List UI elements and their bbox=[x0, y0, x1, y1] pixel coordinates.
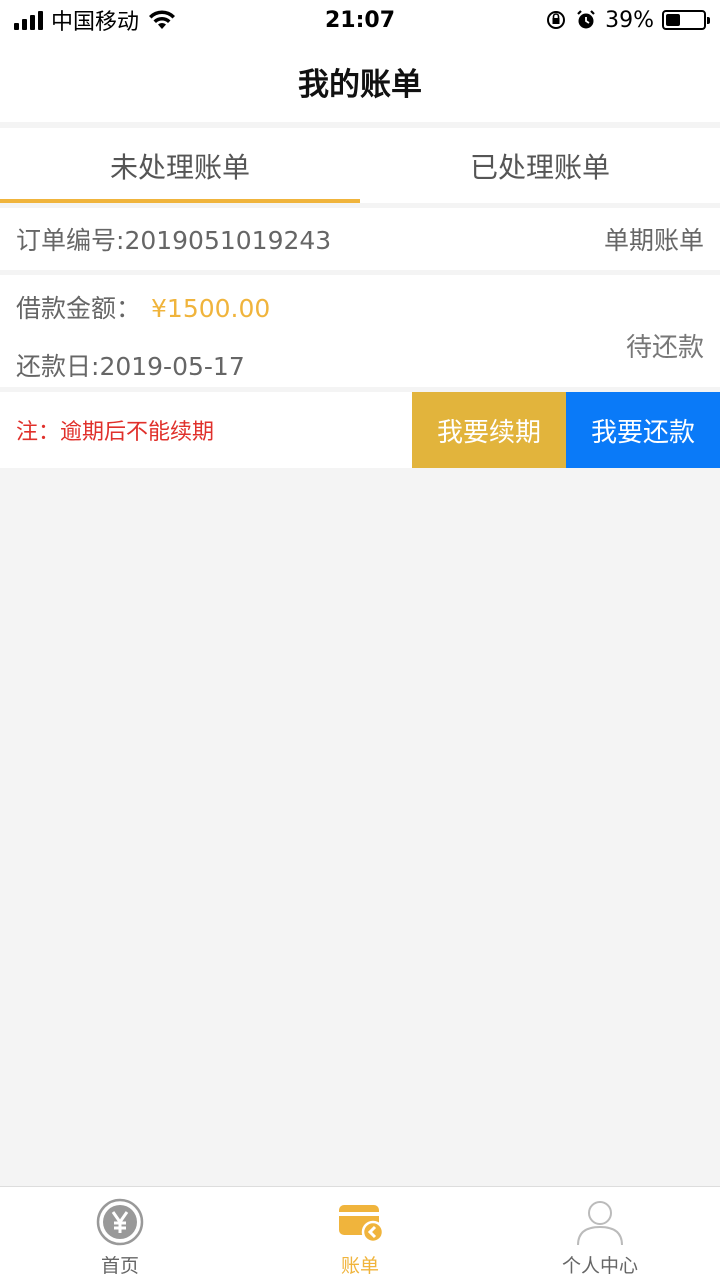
order-number-line: 订单编号:2019051019243 bbox=[16, 221, 331, 257]
loan-amount-line: 借款金额： ¥1500.00 bbox=[16, 289, 270, 325]
battery-percent: 39% bbox=[605, 7, 654, 33]
overdue-note: 注：逾期后不能续期 bbox=[16, 420, 215, 445]
yen-circle-icon bbox=[96, 1198, 144, 1246]
nav-bar: 我的账单 bbox=[0, 40, 720, 122]
loan-amount-label: 借款金额： bbox=[16, 294, 142, 323]
tab-unprocessed[interactable]: 未处理账单 bbox=[0, 128, 360, 203]
status-right: 39% bbox=[545, 7, 710, 33]
signal-icon bbox=[14, 10, 43, 30]
renew-button[interactable]: 我要续期 bbox=[412, 392, 566, 468]
tabbar-label-bill: 账单 bbox=[340, 1255, 379, 1277]
status-badge: 待还款 bbox=[625, 333, 704, 363]
tabbar-label-home: 首页 bbox=[100, 1255, 139, 1277]
bill-tabs: 未处理账单 已处理账单 bbox=[0, 128, 720, 203]
battery-icon bbox=[662, 10, 710, 30]
order-row: 订单编号:2019051019243 单期账单 bbox=[0, 208, 720, 270]
wifi-icon bbox=[149, 10, 176, 29]
loan-amount-value: ¥1500.00 bbox=[151, 294, 271, 323]
tabbar-label-profile: 个人中心 bbox=[561, 1255, 638, 1277]
tabbar-item-bill[interactable]: 账单 bbox=[240, 1187, 480, 1280]
bill-wallet-icon bbox=[339, 1205, 385, 1244]
tab-processed[interactable]: 已处理账单 bbox=[360, 128, 720, 203]
order-number-value: 2019051019243 bbox=[124, 226, 332, 255]
person-icon bbox=[577, 1201, 623, 1246]
repay-button[interactable]: 我要还款 bbox=[566, 392, 720, 468]
tabbar-item-home[interactable]: 首页 bbox=[0, 1187, 240, 1280]
bottom-tab-bar: 首页 账单 个人中心 bbox=[0, 1186, 720, 1280]
action-row: 注：逾期后不能续期 我要续期 我要还款 bbox=[0, 392, 720, 468]
due-date-label: 还款日: bbox=[16, 352, 100, 381]
rotation-lock-icon bbox=[547, 11, 566, 29]
status-left: 中国移动 bbox=[14, 4, 177, 36]
alarm-icon bbox=[577, 10, 595, 29]
status-bar: 中国移动 21:07 39% bbox=[0, 0, 720, 40]
carrier-name: 中国移动 bbox=[51, 10, 140, 35]
bill-detail: 借款金额： ¥1500.00 还款日:2019-05-17 待还款 bbox=[0, 275, 720, 387]
due-date-value: 2019-05-17 bbox=[99, 352, 245, 381]
order-number-label: 订单编号: bbox=[16, 226, 125, 255]
page-title: 我的账单 bbox=[298, 66, 422, 103]
tabbar-item-profile[interactable]: 个人中心 bbox=[480, 1187, 720, 1280]
bill-type: 单期账单 bbox=[603, 226, 704, 255]
due-date-line: 还款日:2019-05-17 bbox=[16, 347, 245, 383]
